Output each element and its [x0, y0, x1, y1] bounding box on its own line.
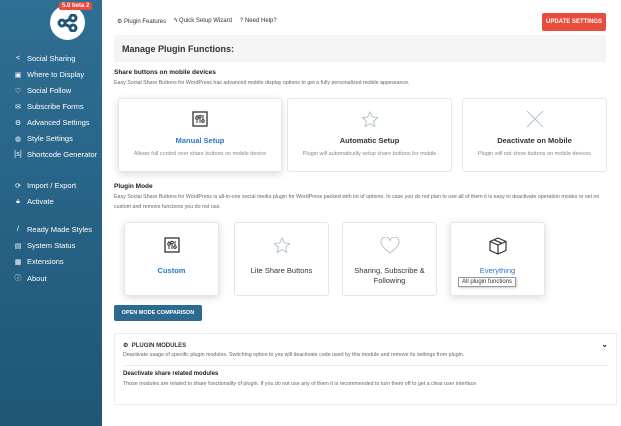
mobile-heading: Share buttons on mobile devices: [114, 69, 216, 76]
share-icon: <: [15, 55, 21, 62]
gift-icon: ▦: [14, 258, 22, 266]
sidebar-item-social-follow[interactable]: ♡ Social Follow: [14, 86, 71, 95]
status-icon: ▤: [14, 242, 22, 250]
label: Subscribe Forms: [27, 102, 84, 111]
quick-setup-wizard-link[interactable]: ϟ Quick Setup Wizard: [174, 18, 232, 25]
star-icon: [360, 111, 379, 128]
info-icon: ⓘ: [14, 275, 22, 282]
label: About: [27, 273, 47, 283]
page-title: Manage Plugin Functions:: [114, 35, 606, 62]
sidebar: 5.0 beta 2 < Social Sharing ▣ Where to Dis…: [0, 0, 102, 426]
plugin-modules-panel: ⚙ PLUGIN MODULES ⌄ Deactivate usage of s…: [114, 333, 617, 405]
need-help-link[interactable]: ? Need Help?: [240, 18, 277, 25]
label: Where to Display: [27, 70, 85, 79]
sidebar-item-import-export[interactable]: ⟳ Import / Export: [14, 181, 76, 190]
sidebar-item-subscribe-forms[interactable]: ✉ Subscribe Forms: [14, 102, 84, 111]
label: Need Help?: [244, 18, 277, 24]
modules-header[interactable]: ⚙ PLUGIN MODULES: [123, 342, 186, 349]
chevron-down-icon[interactable]: ⌄: [601, 340, 608, 349]
option-title: Manual Setup: [175, 136, 225, 145]
modules-title: PLUGIN MODULES: [131, 343, 187, 349]
share-logo-icon: [57, 13, 77, 32]
version-badge: 5.0 beta 2: [59, 2, 93, 10]
layout-icon: ▣: [14, 71, 22, 79]
label: Quick Setup Wizard: [178, 18, 232, 24]
sliders-icon: [192, 111, 208, 127]
label: Social Follow: [27, 86, 72, 95]
option-desc: Plugin will automatically setup share bu…: [302, 151, 437, 157]
label: Import / Export: [27, 181, 77, 190]
divider: [123, 365, 608, 366]
label: Extensions: [27, 257, 64, 266]
gears-icon: ⚙: [123, 343, 129, 349]
share-modules-heading: Deactivate share related modules: [123, 371, 219, 377]
mode-option-sharing-subscribe-following[interactable]: Sharing, Subscribe & Following: [342, 222, 437, 296]
label: System Status: [27, 241, 76, 250]
tooltip: All plugin functions: [458, 277, 517, 287]
plugin-features-link[interactable]: ⚙ Plugin Features: [117, 18, 166, 25]
label: Ready Made Styles: [27, 225, 93, 234]
label: Style Settings: [27, 134, 73, 143]
option-title: Everything: [479, 266, 516, 275]
header-links: ⚙ Plugin Features ϟ Quick Setup Wizard ?…: [117, 18, 277, 25]
share-modules-desc: Those modules are related to share funct…: [123, 381, 477, 387]
option-title: Automatic Setup: [339, 136, 400, 145]
option-desc: Plugin will not show buttons on mobile d…: [477, 151, 592, 157]
option-title: Sharing, Subscribe & Following: [354, 266, 425, 285]
sidebar-item-shortcode-generator[interactable]: [s] Shortcode Generator: [14, 150, 97, 159]
palette-icon: ◍: [14, 135, 22, 143]
label: Advanced Settings: [27, 118, 90, 127]
sliders-icon: [163, 237, 180, 253]
label: Plugin Features: [124, 19, 167, 25]
brush-icon: /: [17, 226, 19, 233]
heart-icon: ♡: [14, 87, 22, 95]
sidebar-item-advanced-settings[interactable]: ⚙ Advanced Settings: [14, 118, 90, 127]
modules-desc: Deactivate usage of specific plugin modu…: [123, 352, 465, 358]
sync-icon: ⟳: [15, 182, 21, 190]
mobile-option-manual-setup[interactable]: Manual Setup Allows full control over sh…: [118, 98, 282, 172]
box-icon: [488, 237, 507, 255]
option-title: Deactivate on Mobile: [497, 136, 572, 145]
sidebar-item-social-sharing[interactable]: < Social Sharing: [14, 54, 75, 63]
mode-desc: Easy Social Share Buttons for WordPress …: [114, 194, 600, 210]
update-settings-button[interactable]: UPDATE SETTINGS: [542, 13, 606, 31]
gear-icon: ⚙: [14, 119, 22, 127]
close-icon: [526, 110, 543, 128]
label: Shortcode Generator: [27, 150, 98, 159]
option-title: Custom: [157, 266, 186, 275]
mode-heading: Plugin Mode: [114, 183, 153, 190]
mobile-option-deactivate[interactable]: Deactivate on Mobile Plugin will not sho…: [462, 98, 607, 172]
mode-option-lite[interactable]: Lite Share Buttons: [234, 222, 329, 296]
label: Social Sharing: [27, 54, 76, 63]
sidebar-item-extensions[interactable]: ▦ Extensions: [14, 257, 64, 266]
sidebar-item-ready-made-styles[interactable]: / Ready Made Styles: [14, 225, 92, 234]
logo[interactable]: [50, 5, 85, 40]
sidebar-item-activate[interactable]: 🔒︎ Activate: [14, 197, 54, 206]
option-title: Lite Share Buttons: [250, 266, 313, 275]
star-icon: [272, 237, 291, 254]
sidebar-item-where-to-display[interactable]: ▣ Where to Display: [14, 70, 84, 79]
mobile-option-automatic-setup[interactable]: Automatic Setup Plugin will automaticall…: [287, 98, 452, 172]
heart-icon: [379, 237, 400, 254]
mobile-desc: Easy Social Share Buttons for WordPress …: [114, 80, 410, 86]
mail-icon: ✉: [15, 103, 21, 111]
option-desc: Allows full control over share buttons o…: [133, 151, 267, 157]
mode-option-custom[interactable]: Custom: [124, 222, 219, 296]
sidebar-item-about[interactable]: ⓘ About: [14, 273, 47, 283]
open-mode-comparison-button[interactable]: OPEN MODE COMPARISON: [114, 305, 202, 321]
lock-icon: 🔒︎: [16, 197, 20, 205]
sidebar-item-system-status[interactable]: ▤ System Status: [14, 241, 76, 250]
sidebar-item-style-settings[interactable]: ◍ Style Settings: [14, 134, 73, 143]
shortcode-icon: [s]: [14, 151, 22, 158]
label: Activate: [27, 197, 54, 206]
